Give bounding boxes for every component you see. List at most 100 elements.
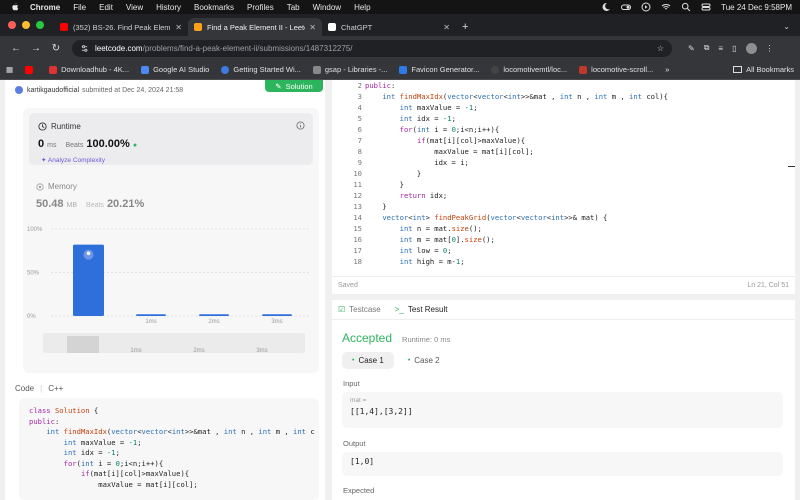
tab-testcase-label: Testcase — [349, 305, 381, 314]
minimap-label: 3ms — [256, 348, 267, 354]
bar — [262, 314, 292, 316]
tab-test-result[interactable]: >_ Test Result — [395, 305, 448, 314]
bookmark-youtube[interactable] — [25, 65, 37, 74]
bookmark-locomotivemtl[interactable]: locomotivemtl/loc... — [491, 65, 567, 74]
info-icon[interactable] — [296, 121, 305, 130]
menubar-app-name[interactable]: Chrome — [30, 3, 60, 12]
bookmark-downloadhub[interactable]: Downloadhub - 4K... — [49, 65, 129, 74]
bookmark-star-icon[interactable]: ☆ — [657, 44, 664, 53]
menubar-window[interactable]: Window — [313, 3, 341, 12]
toggle-icon[interactable] — [621, 2, 632, 12]
control-center-icon[interactable] — [701, 2, 711, 12]
bookmark-getting-started[interactable]: Getting Started Wi... — [221, 65, 301, 74]
all-bookmarks-label: All Bookmarks — [746, 65, 794, 74]
scrollbar-marker[interactable] — [788, 166, 795, 167]
close-tab-icon[interactable]: ✕ — [175, 23, 182, 32]
moon-icon[interactable] — [601, 2, 611, 12]
bookmark-locomotive-scroll[interactable]: locomotive-scroll... — [579, 65, 653, 74]
bookmark-gsap[interactable]: gsap - Libraries -... — [312, 65, 388, 74]
close-window-button[interactable] — [8, 21, 16, 29]
result-status: Accepted Runtime: 0 ms — [342, 331, 450, 345]
profile-avatar[interactable] — [745, 42, 757, 54]
submitted-code[interactable]: class Solution { public: int findMaxIdx(… — [19, 398, 319, 500]
tab-testcase[interactable]: ☑ Testcase — [338, 305, 381, 314]
search-icon[interactable] — [681, 2, 691, 12]
line-number: 14 — [353, 213, 362, 222]
avatar[interactable] — [15, 86, 23, 94]
site-info-icon[interactable] — [80, 44, 89, 53]
bookmark-favicon-generator[interactable]: Favicon Generator... — [399, 65, 479, 74]
all-bookmarks-button[interactable]: All Bookmarks — [733, 65, 794, 74]
code-editor[interactable]: 2 3 4 5 6 7 8 9 10 11 12 13 14 15 16 17 18 public: int f… — [332, 80, 795, 294]
window-controls — [8, 21, 44, 29]
line-number: 8 — [357, 147, 362, 156]
npm-icon — [579, 65, 588, 74]
chatgpt-icon — [328, 23, 336, 31]
case-1-button[interactable]: • Case 1 — [342, 352, 394, 369]
tab-youtube[interactable]: (352) BS-26. Find Peak Elem... ✕ — [54, 18, 188, 36]
forward-button[interactable]: → — [26, 43, 46, 54]
bookmark-label: locomotivemtl/loc... — [503, 65, 568, 74]
downloadhub-icon — [49, 65, 58, 74]
pass-dot-icon: • — [407, 357, 411, 364]
y-tick-label: 50% — [27, 271, 40, 277]
menubar-history[interactable]: History — [156, 3, 181, 12]
memory-header[interactable]: Memory — [36, 182, 77, 191]
menubar-view[interactable]: View — [126, 3, 143, 12]
editor-code[interactable]: public: int findMaxIdx(vector<vector<int… — [365, 80, 668, 267]
wifi-icon[interactable] — [661, 2, 671, 12]
apps-icon[interactable]: ▦ — [6, 65, 13, 74]
more-menu-icon[interactable]: ⋮ — [766, 44, 774, 53]
media-icon[interactable]: ≡ — [718, 44, 723, 53]
extensions-icon[interactable]: ⧉ — [704, 43, 710, 53]
code-header: Code | C++ — [15, 384, 63, 393]
author-name[interactable]: kartikgaudofficial — [27, 87, 79, 94]
input-box: mat = [[1,4],[3,2]] — [342, 392, 783, 428]
case-2-button[interactable]: • Case 2 — [398, 352, 450, 369]
runtime-distribution-chart[interactable]: 100% 50% 0% 1ms 2ms 3ms 1ms 2ms 3ms — [23, 226, 319, 356]
bookmark-label: Google AI Studio — [153, 65, 210, 74]
memory-icon — [36, 182, 44, 191]
sidepanel-icon[interactable]: ▯ — [732, 44, 736, 53]
extension-pen-icon[interactable]: ✎ — [688, 44, 695, 53]
line-numbers: 2 3 4 5 6 7 8 9 10 11 12 13 14 15 16 17 18 — [332, 80, 362, 267]
emoji-icon: ● — [132, 142, 138, 149]
tab-leetcode[interactable]: Find a Peak Element II - Leetc... ✕ — [188, 18, 322, 36]
reload-button[interactable]: ↻ — [46, 43, 66, 54]
bookmark-google-ai-studio[interactable]: Google AI Studio — [141, 65, 209, 74]
user-avatar-head — [86, 251, 91, 256]
zoom-window-button[interactable] — [36, 21, 44, 29]
address-bar[interactable]: leetcode.com/problems/find-a-peak-elemen… — [72, 39, 672, 57]
more-bookmarks-icon[interactable]: » — [665, 65, 669, 74]
menubar-tab[interactable]: Tab — [287, 3, 300, 12]
menubar-bookmarks[interactable]: Bookmarks — [194, 3, 234, 12]
line-number: 16 — [353, 235, 362, 244]
play-icon[interactable] — [641, 2, 651, 12]
menubar-edit[interactable]: Edit — [99, 3, 113, 12]
input-label: Input — [343, 379, 360, 388]
analyze-label: Analyze Complexity — [47, 157, 105, 164]
menubar-profiles[interactable]: Profiles — [247, 3, 274, 12]
solution-button[interactable]: ✎ Solution — [265, 80, 323, 92]
bookmark-label: Getting Started Wi... — [233, 65, 301, 74]
back-button[interactable]: ← — [6, 43, 26, 54]
apple-icon[interactable] — [10, 2, 20, 12]
close-tab-icon[interactable]: ✕ — [309, 23, 316, 32]
tab-search-icon[interactable]: ⌄ — [783, 22, 790, 31]
menubar-clock[interactable]: Tue 24 Dec 9:58PM — [721, 3, 792, 12]
browser-toolbar: ← → ↻ leetcode.com/problems/find-a-peak-… — [0, 36, 800, 60]
menubar-help[interactable]: Help — [354, 3, 370, 12]
pane-resize-handle[interactable] — [326, 80, 331, 500]
new-tab-button[interactable]: + — [462, 21, 468, 33]
minimize-window-button[interactable] — [22, 21, 30, 29]
expected-label: Expected — [343, 486, 375, 495]
bookmark-label: Favicon Generator... — [411, 65, 480, 74]
close-tab-icon[interactable]: ✕ — [443, 23, 450, 32]
analyze-complexity-link[interactable]: ✦ Analyze Complexity — [41, 156, 105, 164]
tab-chatgpt[interactable]: ChatGPT ✕ — [322, 18, 456, 36]
bookmark-label: gsap - Libraries -... — [324, 65, 388, 74]
menubar-file[interactable]: File — [73, 3, 86, 12]
memory-value[interactable]: 50.48 MB Beats 20.21% — [36, 198, 144, 210]
runtime-box[interactable]: Runtime 0 ms Beats 100.00% ● ✦ Analyze C… — [29, 113, 313, 165]
output-label: Output — [343, 439, 366, 448]
